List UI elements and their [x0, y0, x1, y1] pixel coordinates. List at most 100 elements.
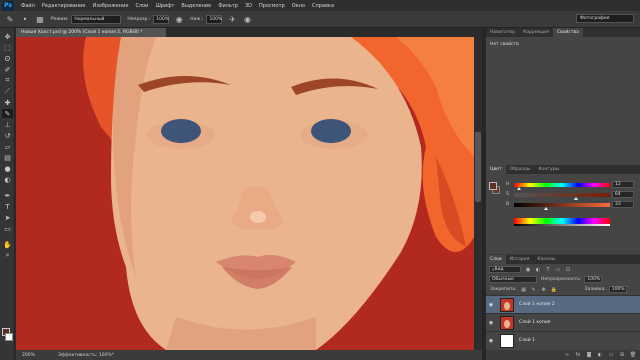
opacity-label: Непрозр.: [127, 16, 151, 22]
color-panel-foreground-swatch[interactable] [489, 182, 497, 190]
tab-navigator[interactable]: Навигатор [486, 28, 519, 37]
menu-help[interactable]: Справка [312, 3, 334, 9]
filter-pixel-icon[interactable]: ▣ [525, 267, 531, 273]
tab-properties[interactable]: Свойства [552, 28, 583, 37]
eyedropper-tool-icon[interactable]: ⟋ [2, 87, 13, 96]
gradient-tool-icon[interactable]: ▤ [2, 153, 13, 162]
hue-slider[interactable] [514, 183, 610, 187]
lock-image-icon[interactable]: ✎ [531, 287, 537, 293]
tab-layers[interactable]: Слои [486, 255, 506, 264]
menu-type[interactable]: Шрифт [155, 3, 174, 9]
marquee-tool-icon[interactable]: ⬚ [2, 43, 13, 52]
layer-row[interactable]: ◉ Слой 1 копия [486, 313, 640, 331]
canvas-vertical-scrollbar[interactable] [474, 37, 482, 350]
layer-name[interactable]: Слой 1 копия 2 [519, 302, 555, 307]
menu-layers[interactable]: Слои [135, 3, 148, 9]
hue-value[interactable]: 12 [612, 181, 634, 188]
new-layer-icon[interactable]: ⊞ [619, 352, 625, 358]
healing-tool-icon[interactable]: ✚ [2, 98, 13, 107]
visibility-eye-icon[interactable]: ◉ [486, 338, 496, 344]
pressure-size-icon[interactable]: ◉ [242, 14, 252, 24]
zoom-level[interactable]: 200% [22, 353, 44, 358]
layer-style-icon[interactable]: fx [575, 352, 581, 358]
path-select-tool-icon[interactable]: ➤ [2, 213, 13, 222]
brush-tool-icon[interactable]: ✎ [2, 109, 13, 118]
scrollbar-thumb[interactable] [475, 132, 481, 202]
tab-adjustments[interactable]: Коррекция [519, 28, 553, 37]
airbrush-icon[interactable]: ✈ [227, 14, 237, 24]
opacity-field[interactable]: 100% [153, 14, 170, 24]
hand-tool-icon[interactable]: ✋ [2, 240, 13, 249]
brush-panel-icon[interactable]: ▦ [35, 14, 45, 24]
document-tab[interactable]: Новый Холст.psd @ 200% (Слой 1 копия 2, … [16, 28, 166, 37]
delete-layer-icon[interactable]: 🗑 [630, 352, 636, 358]
brightness-slider[interactable] [514, 203, 610, 207]
tab-channels[interactable]: Каналы [533, 255, 559, 264]
layer-name[interactable]: Слой 1 [519, 338, 535, 343]
adjustment-layer-icon[interactable]: ◐ [597, 352, 603, 358]
menu-edit[interactable]: Редактирование [42, 3, 86, 9]
link-layers-icon[interactable]: ∞ [564, 352, 570, 358]
background-color-swatch[interactable] [5, 333, 13, 341]
tab-history[interactable]: История [506, 255, 534, 264]
layer-filter-select[interactable]: ⌕ Вид [489, 266, 521, 273]
brush-size-icon[interactable]: • [20, 14, 30, 24]
grayscale-ramp[interactable] [514, 224, 610, 226]
pressure-opacity-icon[interactable]: ◉ [174, 14, 184, 24]
clone-stamp-tool-icon[interactable]: ⊥ [2, 120, 13, 129]
saturation-value[interactable]: 64 [612, 191, 634, 198]
add-mask-icon[interactable]: ◙ [586, 352, 592, 358]
flow-field[interactable]: 100% [206, 14, 223, 24]
hue-handle[interactable] [517, 187, 521, 190]
menu-window[interactable]: Окно [292, 3, 305, 9]
menu-select[interactable]: Выделение [181, 3, 211, 9]
status-info[interactable]: Эффективность: 100%* [58, 353, 114, 358]
visibility-eye-icon[interactable]: ◉ [486, 302, 496, 308]
eraser-tool-icon[interactable]: ▱ [2, 142, 13, 151]
brightness-handle[interactable] [544, 207, 548, 210]
blend-mode-select[interactable]: Обычные [489, 276, 537, 283]
saturation-handle[interactable] [574, 197, 578, 200]
menu-view[interactable]: Просмотр [259, 3, 285, 9]
lock-transparent-icon[interactable]: ▦ [521, 287, 527, 293]
canvas[interactable] [16, 37, 474, 350]
history-brush-tool-icon[interactable]: ↺ [2, 131, 13, 140]
filter-type-icon[interactable]: T [545, 267, 551, 273]
layer-opacity-field[interactable]: 100% [584, 276, 603, 283]
menu-3d[interactable]: 3D [245, 3, 252, 9]
tab-color[interactable]: Цвет [486, 165, 506, 174]
menu-bar: Ps Файл Редактирование Изображение Слои … [0, 0, 640, 11]
layer-name[interactable]: Слой 1 копия [519, 320, 550, 325]
menu-file[interactable]: Файл [21, 3, 35, 9]
type-tool-icon[interactable]: T [2, 202, 13, 211]
filter-smart-icon[interactable]: ⊡ [565, 267, 571, 273]
blur-tool-icon[interactable]: ● [2, 164, 13, 173]
filter-adjustment-icon[interactable]: ◐ [535, 267, 541, 273]
tab-paths[interactable]: Контуры [535, 165, 564, 174]
crop-tool-icon[interactable]: ⌗ [2, 76, 13, 85]
layer-row[interactable]: ◉ Слой 1 [486, 331, 640, 349]
filter-shape-icon[interactable]: ▭ [555, 267, 561, 273]
move-tool-icon[interactable]: ✥ [2, 32, 13, 41]
workspace-select[interactable]: Фотография [576, 14, 634, 23]
properties-tab-bar: Навигатор Коррекция Свойства [486, 28, 640, 37]
dodge-tool-icon[interactable]: ◐ [2, 175, 13, 184]
brush-preset-icon[interactable]: ✎ [5, 14, 15, 24]
zoom-tool-icon[interactable]: ⌕ [2, 251, 13, 260]
saturation-slider[interactable] [514, 193, 610, 197]
lasso-tool-icon[interactable]: ʘ [2, 54, 13, 63]
brightness-value[interactable]: 33 [612, 201, 634, 208]
layer-row[interactable]: ◉ Слой 1 копия 2 [486, 295, 640, 313]
new-group-icon[interactable]: ▭ [608, 352, 614, 358]
shape-tool-icon[interactable]: ▭ [2, 224, 13, 233]
layer-fill-field[interactable]: 100% [608, 286, 627, 293]
tab-swatches[interactable]: Образцы [506, 165, 535, 174]
menu-image[interactable]: Изображение [92, 3, 128, 9]
mode-select[interactable]: Нормальный [71, 14, 122, 24]
quick-select-tool-icon[interactable]: ✐ [2, 65, 13, 74]
pen-tool-icon[interactable]: ✒ [2, 191, 13, 200]
lock-all-icon[interactable]: 🔒 [551, 287, 557, 293]
menu-filter[interactable]: Фильтр [218, 3, 238, 9]
lock-position-icon[interactable]: ✥ [541, 287, 547, 293]
visibility-eye-icon[interactable]: ◉ [486, 320, 496, 326]
